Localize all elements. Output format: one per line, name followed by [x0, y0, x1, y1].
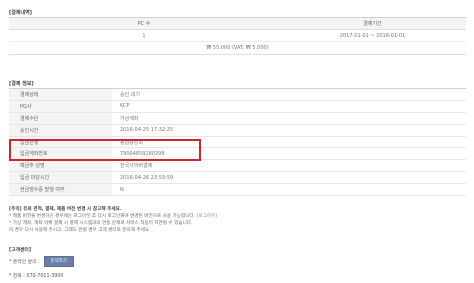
row-payment-method: 결제수단 가상계좌: [9, 112, 466, 125]
notice-line: 이 경우 다시 사용해 주시고, 그래도 안될 경우 고객 센터로 문의해 주세…: [9, 228, 151, 233]
label-payment-method: 결제수단: [9, 112, 112, 124]
row-account-holder: 예금주 성명 한국사이버결제: [9, 160, 466, 173]
contact-section: [고객센터] * 온라인 문의 : 문의하기 * 전화 : 070-7011-3…: [9, 246, 74, 279]
online-inquiry-label: * 온라인 문의 :: [9, 260, 40, 265]
column-header-pc-count: PC 수: [137, 21, 151, 27]
label-deposit-deadline: 입금 마감시간: [9, 172, 112, 184]
label-approval-time: 승인시간: [9, 124, 112, 136]
label-cash-receipt: 현금영수증 발행 여부: [9, 184, 112, 196]
column-header-period: 결제기간: [363, 21, 382, 27]
row-approval-time: 승인시간 2016-04-25 17:32:25: [9, 124, 466, 137]
row-deposit-deadline: 입금 마감시간 2016-04-26 23:59:59: [9, 172, 466, 185]
notice-section: [주의] 유료 견적, 결제, 제품 버전 변경 시 참고해 주세요. * 제품…: [9, 206, 217, 234]
value-payment-method: 가상계좌: [120, 115, 139, 122]
value-approval-time: 2016-04-25 17:32:25: [120, 127, 174, 134]
total-amount: ₩ 55,000 (VAT: ₩ 5,000): [9, 42, 466, 55]
value-cash-receipt: N: [120, 186, 124, 193]
payment-history-title: [결제내역]: [9, 10, 32, 16]
highlight-box: [9, 139, 201, 161]
online-inquiry-row: * 온라인 문의 : 문의하기: [9, 256, 74, 267]
period-cell: 2017-01-01 ~ 2018-01-01: [339, 32, 406, 39]
row-pg-company: PG사 KCP: [9, 100, 466, 113]
notice-title: [주의] 유료 견적, 결제, 제품 버전 변경 시 참고해 주세요.: [9, 207, 122, 212]
label-account-holder: 예금주 성명: [9, 160, 112, 172]
notice-line: * 가상 계좌, 계좌 이체 결제 시 결제 시스템과의 연동 문제로 서비스 …: [9, 221, 193, 226]
value-deposit-deadline: 2016-04-26 23:59:59: [120, 174, 174, 181]
label-pg-company: PG사: [9, 100, 112, 112]
pc-count-cell: 1: [142, 32, 146, 39]
table-row: 1 2017-01-01 ~ 2018-01-01: [9, 30, 466, 42]
row-payment-status: 결제상태 승인 대기: [9, 89, 466, 101]
phone-number: * 전화 : 070-7011-3900: [9, 274, 64, 279]
notice-line: * 제품 버전을 변경하신 경우에는 로그아웃 후 다시 로그인해야 변경된 버…: [9, 213, 217, 220]
value-payment-status: 승인 대기: [120, 91, 140, 98]
inquiry-button[interactable]: 문의하기: [43, 256, 74, 267]
label-payment-status: 결제상태: [9, 89, 112, 100]
payment-info-title: [결제 정보]: [9, 81, 34, 87]
logout-link[interactable]: [로그아웃]: [197, 214, 218, 219]
notice-logout-text: * 제품 버전을 변경하신 경우에는 로그아웃 후 다시 로그인해야 변경된 버…: [9, 214, 196, 219]
row-cash-receipt: 현금영수증 발행 여부 N: [9, 184, 466, 197]
payment-history-table: PC 수 결제기간 1 2017-01-01 ~ 2018-01-01 ₩ 55…: [9, 17, 466, 55]
value-account-holder: 한국사이버결제: [120, 163, 153, 170]
contact-title: [고객센터]: [9, 248, 32, 253]
value-pg-company: KCP: [120, 103, 130, 110]
payment-history-header: PC 수 결제기간: [9, 17, 466, 30]
